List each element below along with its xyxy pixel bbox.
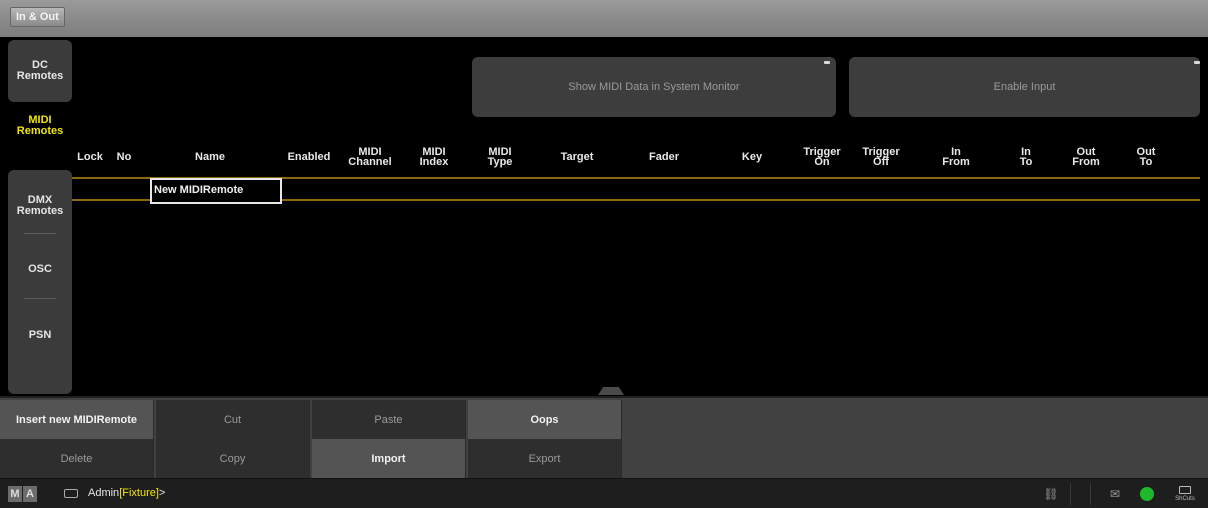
command-line-input[interactable]: Admin[Fixture]> xyxy=(88,487,165,499)
tab-label: MIDI Remotes xyxy=(16,114,64,137)
tab-dmx-remotes[interactable]: DMX Remotes xyxy=(8,188,72,224)
column-header-in-to[interactable]: In To xyxy=(998,135,1054,178)
column-header-midi-index[interactable]: MIDI Index xyxy=(402,135,466,178)
action-bar: Insert new MIDIRemote Cut Paste Oops Del… xyxy=(0,398,1208,478)
tab-label: OSC xyxy=(28,262,52,275)
column-header-trigger-on[interactable]: Trigger On xyxy=(796,135,848,178)
table-header: Lock No Name Enabled MIDI Channel MIDI I… xyxy=(72,135,1200,178)
tab-osc[interactable]: OSC xyxy=(8,254,72,284)
enable-input-label: Enable Input xyxy=(993,81,1056,93)
sidebar: DC Remotes MIDI Remotes DMX Remotes OSC … xyxy=(8,40,72,395)
ma-logo[interactable]: M A xyxy=(8,486,37,502)
command-context: [Fixture] xyxy=(119,487,159,499)
globe-icon xyxy=(1140,487,1154,501)
divider xyxy=(24,298,56,299)
enable-input-button[interactable]: Enable Input xyxy=(849,57,1200,117)
oops-button[interactable]: Oops xyxy=(468,400,622,439)
divider xyxy=(24,233,56,234)
cut-button[interactable]: Cut xyxy=(156,400,310,439)
network-topology-icon[interactable]: ⛓ xyxy=(1040,483,1062,505)
logo-letter: M xyxy=(8,486,22,502)
column-header-midi-channel[interactable]: MIDI Channel xyxy=(338,135,402,178)
tab-midi-remotes[interactable]: MIDI Remotes xyxy=(8,110,72,166)
shortcuts-button[interactable]: ShCuts xyxy=(1170,482,1200,506)
column-header-target[interactable]: Target xyxy=(534,135,620,178)
window-titlebar: In & Out xyxy=(0,0,1208,37)
divider xyxy=(1070,483,1071,505)
column-header-midi-type[interactable]: MIDI Type xyxy=(466,135,534,178)
keyboard-icon xyxy=(1179,486,1191,494)
command-line-bar: M A Admin[Fixture]> ⛓ ✉ ShCuts xyxy=(0,478,1208,508)
keyboard-icon[interactable] xyxy=(64,489,78,498)
tab-dc-remotes[interactable]: DC Remotes xyxy=(8,40,72,102)
column-header-fader[interactable]: Fader xyxy=(620,135,708,178)
tab-psn[interactable]: PSN xyxy=(8,320,72,350)
column-header-in-from[interactable]: In From xyxy=(914,135,998,178)
message-icon[interactable]: ✉ xyxy=(1104,483,1126,505)
show-midi-data-label: Show MIDI Data in System Monitor xyxy=(568,81,740,93)
column-header-enabled[interactable]: Enabled xyxy=(280,135,338,178)
export-button[interactable]: Export xyxy=(468,439,622,478)
import-button[interactable]: Import xyxy=(312,439,466,478)
column-header-key[interactable]: Key xyxy=(708,135,796,178)
network-status-icon[interactable] xyxy=(1136,483,1158,505)
copy-button[interactable]: Copy xyxy=(156,439,310,478)
toggle-indicator xyxy=(1194,61,1200,64)
shortcuts-label: ShCuts xyxy=(1175,496,1195,502)
insert-new-midiremote-button[interactable]: Insert new MIDIRemote xyxy=(0,400,154,439)
column-header-trigger-off[interactable]: Trigger Off xyxy=(848,135,914,178)
toggle-indicator xyxy=(824,61,830,64)
tab-label: DMX Remotes xyxy=(16,194,64,217)
column-header-out-from[interactable]: Out From xyxy=(1054,135,1118,178)
logo-letter: A xyxy=(23,486,37,502)
divider xyxy=(1090,483,1091,505)
resize-handle[interactable] xyxy=(598,387,624,395)
window-title[interactable]: In & Out xyxy=(10,7,65,27)
show-midi-data-button[interactable]: Show MIDI Data in System Monitor xyxy=(472,57,836,117)
tab-label: DC Remotes xyxy=(16,59,64,82)
table-row-name-cell[interactable]: New MIDIRemote xyxy=(150,178,282,204)
paste-button[interactable]: Paste xyxy=(312,400,466,439)
column-header-name[interactable]: Name xyxy=(140,135,280,178)
column-header-out-to[interactable]: Out To xyxy=(1118,135,1174,178)
command-user: Admin xyxy=(88,487,120,499)
column-header-no[interactable]: No xyxy=(108,135,140,178)
tab-label: PSN xyxy=(28,328,52,341)
delete-button[interactable]: Delete xyxy=(0,439,154,478)
column-header-lock[interactable]: Lock xyxy=(72,135,108,178)
command-prompt-suffix: > xyxy=(158,487,166,499)
